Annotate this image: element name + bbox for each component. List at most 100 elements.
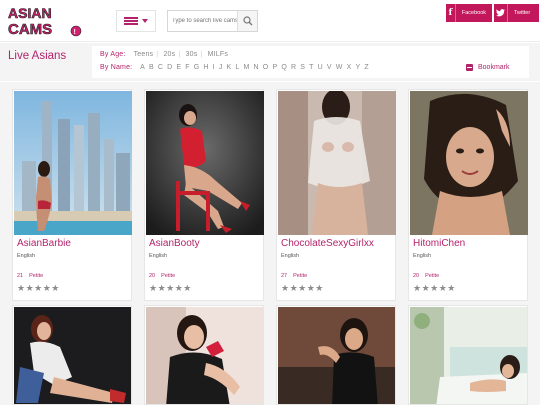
letter-link-j[interactable]: J [219, 64, 223, 71]
twitter-button[interactable]: Twitter [494, 4, 539, 22]
letter-link-k[interactable]: K [227, 64, 232, 71]
facebook-icon: f [446, 4, 456, 22]
age-option-milfs[interactable]: MILFs [208, 51, 228, 58]
search-bar [167, 10, 258, 32]
performer-tag[interactable]: Petite [161, 273, 175, 279]
rating-stars: ★★★★★ [17, 283, 60, 293]
performer-card[interactable]: AsianBarbie English 21 Petite ★★★★★ [12, 89, 132, 301]
letter-link-s[interactable]: S [300, 64, 305, 71]
performer-thumbnail[interactable] [278, 91, 396, 235]
age-filter: By Age: Teens | 20s | 30s | MILFs [100, 51, 229, 58]
performer-card[interactable]: ChocolateSexyGirlxx English 27 Petite ★★★… [276, 89, 396, 301]
performer-tag[interactable]: Petite [425, 273, 439, 279]
letter-link-t[interactable]: T [309, 64, 313, 71]
letter-link-m[interactable]: M [244, 64, 250, 71]
name-filter: By Name: ABCDEFGHIJKLMNOPQRSTUVWXYZ [100, 64, 373, 71]
rating-stars: ★★★★★ [149, 283, 192, 293]
performer-tag[interactable]: Petite [293, 273, 307, 279]
letter-link-x[interactable]: X [347, 64, 352, 71]
letter-link-y[interactable]: Y [355, 64, 360, 71]
performer-thumbnail[interactable] [410, 91, 528, 235]
performer-meta: 20 Petite [413, 273, 439, 279]
performer-meta: 20 Petite [149, 273, 175, 279]
performer-age: 20 [413, 273, 420, 279]
performer-meta: 21 Petite [17, 273, 43, 279]
letter-link-e[interactable]: E [176, 64, 181, 71]
letter-link-g[interactable]: G [194, 64, 200, 71]
letter-list: ABCDEFGHIJKLMNOPQRSTUVWXYZ [140, 64, 373, 71]
performer-thumbnail[interactable] [146, 307, 264, 405]
filter-bar: Live Asians By Age: Teens | 20s | 30s | MIL… [0, 43, 540, 81]
chevron-down-icon [142, 19, 148, 23]
twitter-icon [494, 4, 508, 22]
performer-thumbnail[interactable] [14, 91, 132, 235]
performer-language: English [149, 253, 168, 259]
rating-stars: ★★★★★ [281, 283, 324, 293]
svg-text:!: ! [74, 29, 76, 36]
performer-age: 27 [281, 273, 288, 279]
search-icon [242, 16, 252, 26]
performer-card[interactable]: AsianBooty English 20 Petite ★★★★★ [144, 89, 264, 301]
performer-name[interactable]: HitomiChen [413, 238, 465, 249]
letter-link-u[interactable]: U [318, 64, 323, 71]
letter-link-o[interactable]: O [263, 64, 269, 71]
facebook-label: Facebook [461, 10, 486, 16]
filter-panel: By Age: Teens | 20s | 30s | MILFs By Name: … [92, 46, 529, 78]
letter-link-r[interactable]: R [291, 64, 296, 71]
page-title: Live Asians [8, 50, 67, 62]
letter-link-i[interactable]: I [213, 64, 215, 71]
performer-card[interactable] [12, 305, 132, 405]
hamburger-icon [124, 17, 138, 25]
letter-link-a[interactable]: A [140, 64, 145, 71]
performer-age: 21 [17, 273, 24, 279]
letter-link-d[interactable]: D [167, 64, 172, 71]
age-option-30s[interactable]: 30s [186, 51, 198, 58]
letter-link-l[interactable]: L [235, 64, 239, 71]
performer-thumbnail[interactable] [410, 307, 528, 405]
letter-link-v[interactable]: V [327, 64, 332, 71]
svg-text:ASIAN: ASIAN [8, 5, 52, 21]
performer-language: English [413, 253, 432, 259]
search-button[interactable] [237, 11, 257, 31]
site-logo[interactable]: ASIAN CAMS ! [5, 3, 85, 39]
performer-card[interactable] [144, 305, 264, 405]
performer-thumbnail[interactable] [14, 307, 132, 405]
letter-link-n[interactable]: N [254, 64, 259, 71]
performer-card[interactable]: HitomiChen English 20 Petite ★★★★★ [408, 89, 528, 301]
rating-stars: ★★★★★ [413, 283, 456, 293]
site-header: ASIAN CAMS ! f Facebook Twitter [0, 0, 540, 42]
performer-card[interactable] [408, 305, 528, 405]
twitter-label: Twitter [514, 10, 531, 16]
svg-text:CAMS: CAMS [8, 21, 52, 38]
bookmark-icon [466, 64, 473, 71]
search-input[interactable] [168, 11, 237, 31]
letter-link-c[interactable]: C [158, 64, 163, 71]
performer-thumbnail[interactable] [278, 307, 396, 405]
age-option-teens[interactable]: Teens [134, 51, 154, 58]
performer-meta: 27 Petite [281, 273, 307, 279]
bookmark-label: Bookmark [478, 64, 510, 71]
letter-link-f[interactable]: F [185, 64, 189, 71]
letter-link-p[interactable]: P [272, 64, 277, 71]
performer-language: English [281, 253, 300, 259]
letter-link-h[interactable]: H [203, 64, 208, 71]
performer-name[interactable]: ChocolateSexyGirlxx [281, 238, 374, 249]
performer-tag[interactable]: Petite [29, 273, 43, 279]
performer-name[interactable]: AsianBarbie [17, 238, 71, 249]
bookmark-button[interactable]: Bookmark [466, 64, 510, 71]
by-name-label: By Name: [100, 64, 133, 71]
facebook-button[interactable]: f Facebook [446, 4, 492, 22]
letter-link-q[interactable]: Q [281, 64, 287, 71]
performer-grid: AsianBarbie English 21 Petite ★★★★★ Asian… [0, 82, 540, 405]
letter-link-w[interactable]: W [336, 64, 343, 71]
by-age-label: By Age: [100, 51, 126, 58]
letter-link-z[interactable]: Z [364, 64, 368, 71]
performer-thumbnail[interactable] [146, 91, 264, 235]
performer-language: English [17, 253, 36, 259]
performer-name[interactable]: AsianBooty [149, 238, 200, 249]
menu-button[interactable] [116, 10, 156, 32]
performer-card[interactable] [276, 305, 396, 405]
age-option-20s[interactable]: 20s [163, 51, 175, 58]
letter-link-b[interactable]: B [149, 64, 154, 71]
performer-age: 20 [149, 273, 156, 279]
